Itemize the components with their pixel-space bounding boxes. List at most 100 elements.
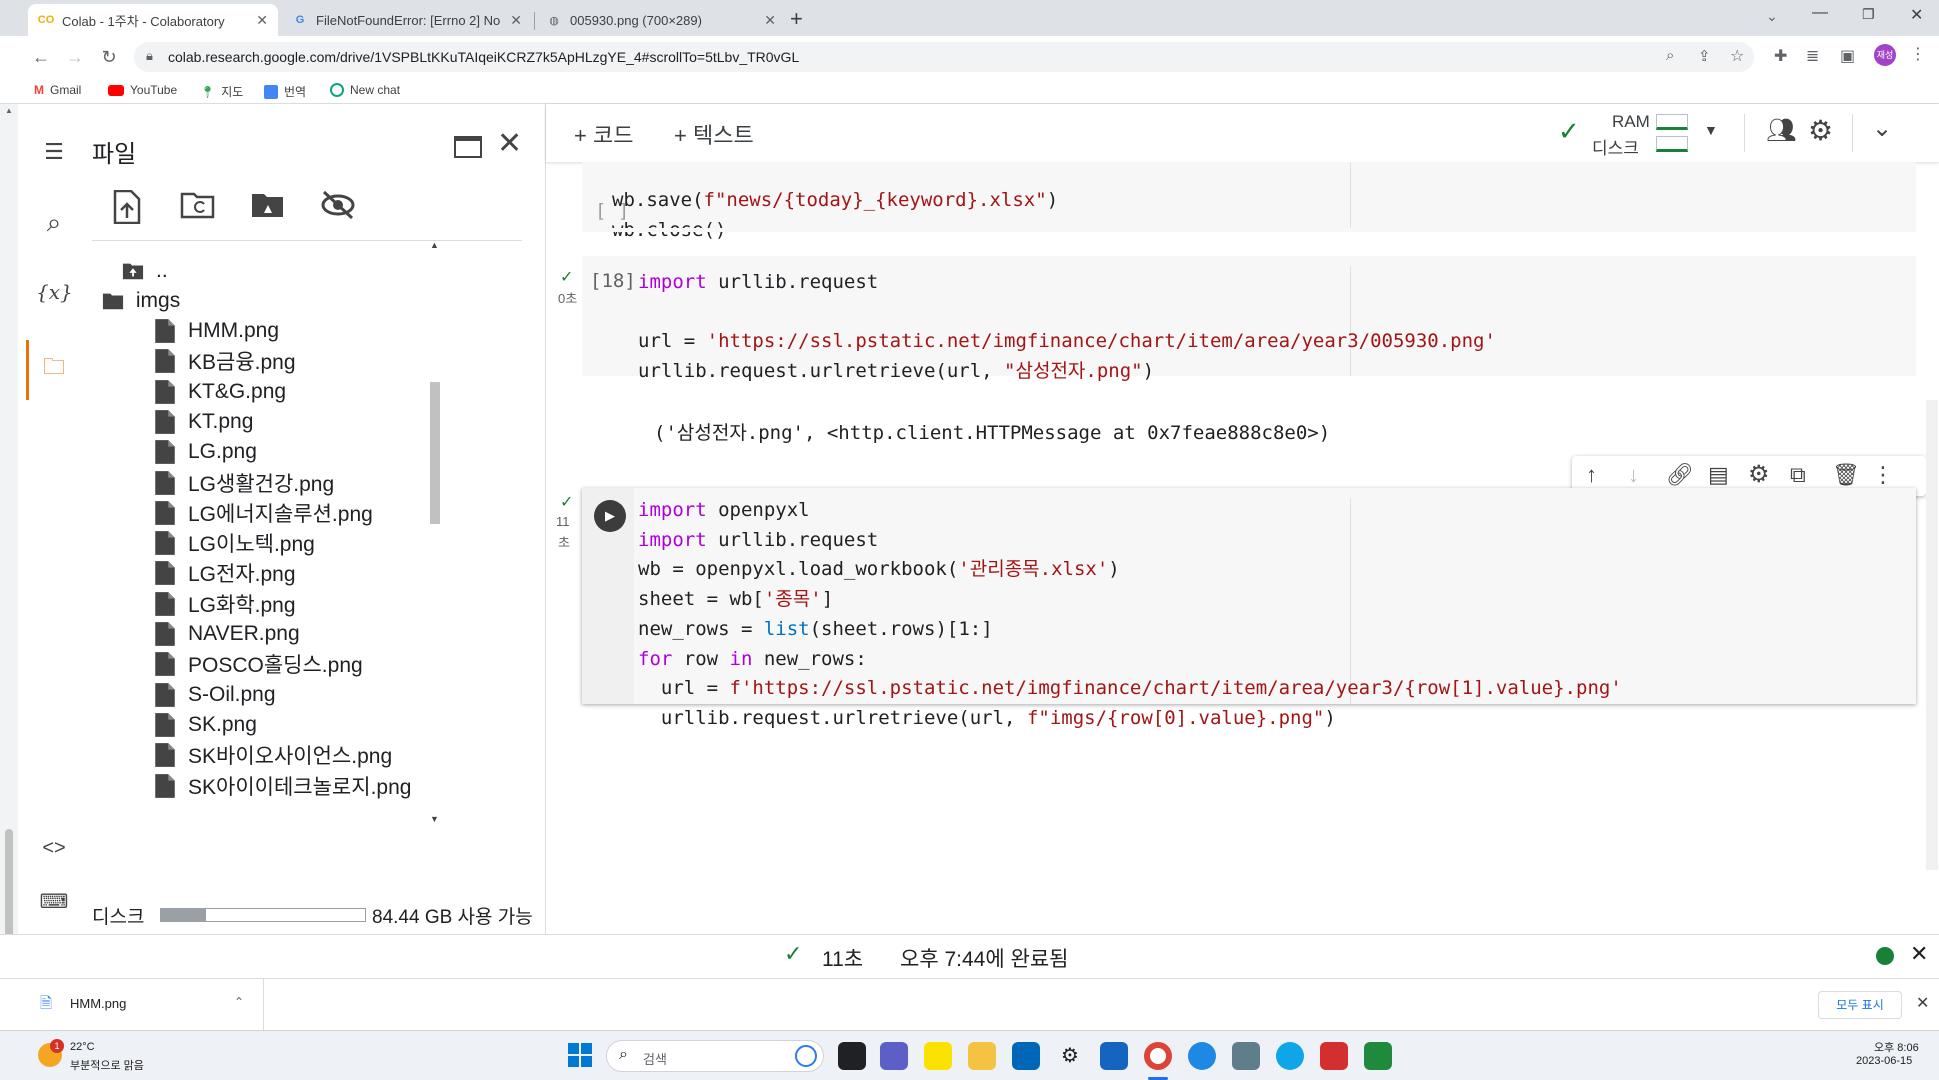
file-scroll-thumb[interactable]	[430, 382, 440, 524]
bookmark-translate[interactable]: 번역	[264, 83, 306, 100]
omnibox[interactable]: 🔒︎ colab.research.google.com/drive/1VSPB…	[134, 42, 1754, 72]
cell-2-code[interactable]: import urllib.request url = 'https://ssl…	[638, 268, 1496, 387]
new-tab-icon[interactable]: +	[790, 6, 803, 32]
tab-stackoverflow[interactable]: G FileNotFoundError: [Errno 2] No ✕	[282, 4, 532, 36]
close-tab-icon[interactable]: ✕	[764, 12, 776, 29]
mirror-cell-icon[interactable]: ⧉	[1790, 462, 1806, 488]
close-panel-icon[interactable]: ✕	[497, 126, 522, 161]
variables-icon[interactable]: {x}	[36, 274, 73, 310]
file-item[interactable]: LG에너지솔루션.png	[154, 498, 373, 528]
code-cell-3[interactable]: ▶ import openpyxl import urllib.request …	[582, 488, 1916, 729]
more-vert-icon[interactable]: ⋮	[1872, 462, 1894, 488]
tab-image[interactable]: ◍ 005930.png (700×289) ✕	[536, 4, 786, 36]
minimize-icon[interactable]: —	[1812, 4, 1828, 22]
hide-files-icon[interactable]	[320, 190, 355, 224]
upload-icon[interactable]	[112, 189, 146, 225]
notebook-scrollbar[interactable]	[1926, 400, 1938, 870]
file-item[interactable]: NAVER.png	[154, 619, 300, 649]
disk-resource-label[interactable]: 디스크	[1592, 134, 1639, 159]
windows-start-icon[interactable]	[568, 1043, 592, 1067]
file-item[interactable]: LG.png	[154, 437, 257, 467]
back-icon[interactable]: ←	[28, 44, 54, 70]
move-up-icon[interactable]: ↑	[1586, 462, 1597, 488]
ram-label[interactable]: RAM	[1612, 112, 1650, 132]
delete-icon[interactable]: 🗑︎	[1832, 462, 1860, 488]
close-tab-icon[interactable]: ✕	[510, 12, 522, 29]
search-icon[interactable]: ⌕	[36, 204, 72, 240]
bookmark-newchat[interactable]: New chat	[330, 83, 400, 97]
sidepanel-icon[interactable]: ▣	[1840, 46, 1855, 66]
store-icon[interactable]	[1012, 1042, 1040, 1070]
download-item[interactable]: 🗎︎ HMM.png ⌃	[0, 979, 264, 1031]
collapse-chevron-icon[interactable]: ⌄	[1872, 114, 1892, 143]
refresh-folder-icon[interactable]	[180, 190, 215, 224]
bookmark-youtube[interactable]: YouTube	[108, 83, 177, 97]
extensions-icon[interactable]: ✚	[1774, 46, 1787, 66]
media-icon[interactable]: ≣	[1806, 46, 1819, 66]
close-window-icon[interactable]: ✕	[1910, 5, 1923, 25]
cell-3-code[interactable]: import openpyxl import urllib.request wb…	[638, 496, 1622, 734]
taskview-icon[interactable]	[838, 1042, 866, 1070]
code-snippets-icon[interactable]: <>	[36, 830, 72, 866]
file-item[interactable]: LG이노텍.png	[154, 528, 315, 558]
link-icon[interactable]: 🔗︎	[1666, 462, 1694, 488]
file-item[interactable]: HMM.png	[154, 316, 279, 346]
file-item[interactable]: SK아이이테크놀로지.png	[154, 771, 411, 801]
file-item[interactable]: KT&G.png	[154, 377, 286, 407]
chrome-menu-icon[interactable]: ⋮	[1910, 44, 1926, 64]
tab-search-icon[interactable]: ⌄	[1766, 8, 1778, 25]
page-scrollbar[interactable]: ▲ ▼	[0, 104, 18, 1029]
reload-icon[interactable]: ↻	[96, 44, 122, 70]
file-item[interactable]: SK바이오사이언스.png	[154, 740, 392, 770]
teams-icon[interactable]	[880, 1042, 908, 1070]
file-item[interactable]: LG생활건강.png	[154, 468, 334, 498]
close-status-icon[interactable]: ✕	[1910, 941, 1928, 967]
file-scrollbar[interactable]: ▲ ▼	[428, 234, 442, 824]
cell-1-code[interactable]: wb.save(f"news/{today}_{keyword}.xlsx") …	[612, 186, 1058, 245]
navigator-icon[interactable]	[1188, 1042, 1216, 1070]
folder-icon[interactable]: 🗀︎	[36, 349, 72, 385]
cell-settings-icon[interactable]: ⚙	[1748, 460, 1770, 489]
code-cell-2[interactable]: [18] import urllib.request url = 'https:…	[582, 256, 1916, 382]
file-item[interactable]: LG전자.png	[154, 558, 296, 588]
kakaotalk-icon[interactable]	[924, 1042, 952, 1070]
file-explorer-icon[interactable]	[968, 1042, 996, 1070]
close-shelf-icon[interactable]: ✕	[1916, 993, 1929, 1013]
parent-folder-item[interactable]: ..	[122, 256, 168, 286]
bookmark-gmail[interactable]: M Gmail	[34, 83, 81, 97]
calculator-icon[interactable]	[1232, 1042, 1260, 1070]
tab-colab[interactable]: CO Colab - 1주차 - Colaboratory ✕	[28, 4, 278, 36]
chevron-up-icon[interactable]: ⌃	[234, 995, 244, 1009]
acrobat-icon[interactable]	[1320, 1042, 1348, 1070]
toolbox-icon[interactable]	[1100, 1042, 1128, 1070]
file-item[interactable]: SK.png	[154, 710, 257, 740]
settings-gear-icon[interactable]: ⚙	[1808, 114, 1833, 147]
code-cell-1[interactable]: [ ] wb.save(f"news/{today}_{keyword}.xls…	[582, 162, 1916, 296]
scroll-up-icon[interactable]: ▲	[5, 106, 13, 115]
zoom-icon[interactable]: ⌕	[1666, 47, 1674, 64]
comment-icon[interactable]: ▤	[1708, 462, 1729, 488]
stock-chart-app-icon[interactable]	[1364, 1042, 1392, 1070]
popout-panel-icon[interactable]	[454, 136, 482, 158]
resources-dropdown-icon[interactable]: ▼	[1704, 122, 1718, 138]
edge-icon[interactable]	[1276, 1042, 1304, 1070]
run-cell-button[interactable]: ▶	[594, 500, 626, 532]
mount-drive-icon[interactable]	[250, 190, 284, 224]
bookmark-star-icon[interactable]: ☆	[1730, 46, 1744, 66]
forward-icon[interactable]: →	[62, 44, 88, 70]
chrome-icon[interactable]	[1144, 1042, 1172, 1070]
terminal-icon[interactable]: ⌨︎	[36, 884, 72, 920]
avatar[interactable]: 재성	[1874, 44, 1896, 66]
close-tab-icon[interactable]: ✕	[256, 12, 268, 29]
file-item[interactable]: LG화학.png	[154, 589, 296, 619]
bookmark-maps[interactable]: 📍︎ 지도	[200, 83, 243, 100]
file-item[interactable]: POSCO홀딩스.png	[154, 649, 363, 679]
file-item[interactable]: S-Oil.png	[154, 680, 276, 710]
move-down-icon[interactable]: ↓	[1628, 462, 1639, 488]
show-all-button[interactable]: 모두 표시	[1818, 991, 1902, 1019]
add-code-button[interactable]: + 코드	[574, 118, 633, 150]
settings-app-icon[interactable]: ⚙	[1056, 1042, 1084, 1070]
toc-icon[interactable]: ☰	[36, 134, 72, 170]
file-item[interactable]: KB금융.png	[154, 346, 296, 376]
share-users-icon[interactable]: 👥︎	[1766, 116, 1796, 145]
